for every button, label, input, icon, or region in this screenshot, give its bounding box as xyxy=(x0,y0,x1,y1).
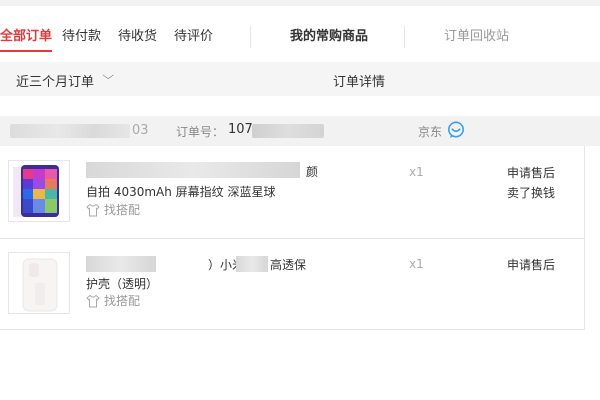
order-date-redacted xyxy=(10,124,130,138)
product-title-redacted xyxy=(86,162,300,178)
item-quantity: x1 xyxy=(409,165,424,179)
product-title-fragment[interactable]: 高透保 xyxy=(270,256,306,273)
order-number: 107 xyxy=(228,122,253,137)
find-pairing-label: 找搭配 xyxy=(104,294,141,308)
apply-after-sales-link[interactable]: 申请售后 xyxy=(507,164,555,182)
order-date-tail: 03 xyxy=(132,123,149,138)
find-pairing-link[interactable]: 找搭配 xyxy=(86,201,140,218)
order-tabs: 全部订单 待付款 待收货 待评价 我的常购商品 订单回收站 xyxy=(0,20,600,56)
order-item-row: ）小米 高透保 护壳（透明） 找搭配 x1 申请售后 xyxy=(0,238,585,330)
product-title-redacted xyxy=(86,256,156,272)
trade-in-link[interactable]: 卖了换钱 xyxy=(507,184,555,202)
find-pairing-label: 找搭配 xyxy=(104,203,141,217)
top-strip xyxy=(0,0,600,6)
tab-to-review[interactable]: 待评价 xyxy=(174,28,213,46)
shop-name[interactable]: 京东 xyxy=(418,123,442,140)
shirt-icon xyxy=(86,294,100,308)
tab-to-receive[interactable]: 待收货 xyxy=(118,28,157,46)
product-title-line2[interactable]: 自拍 4030mAh 屏幕指纹 深蓝星球 xyxy=(86,183,276,200)
apply-after-sales-link[interactable]: 申请售后 xyxy=(507,256,555,274)
chat-icon[interactable] xyxy=(447,121,465,139)
find-pairing-link[interactable]: 找搭配 xyxy=(86,292,140,309)
product-image[interactable] xyxy=(8,252,70,314)
tab-divider xyxy=(250,26,251,48)
chevron-down-icon[interactable]: ⌵ xyxy=(102,69,114,83)
phone-product-image xyxy=(13,165,59,217)
order-header: 03 订单号： 107 京东 xyxy=(0,116,600,146)
tab-frequent-items[interactable]: 我的常购商品 xyxy=(290,28,368,46)
product-title-line2[interactable]: 护壳（透明） xyxy=(86,275,158,292)
filter-bar: 近三个月订单 ⌵ 订单详情 xyxy=(0,62,600,96)
order-number-label: 订单号： xyxy=(176,125,225,139)
right-gutter xyxy=(586,146,600,330)
tab-all-orders[interactable]: 全部订单 xyxy=(0,28,53,52)
tab-recycle-bin[interactable]: 订单回收站 xyxy=(444,28,509,46)
order-number-redacted xyxy=(252,124,324,138)
product-title-fragment[interactable]: 颜 xyxy=(306,163,318,180)
order-item-row: 颜 自拍 4030mAh 屏幕指纹 深蓝星球 找搭配 x1 申请售后 卖了换钱 xyxy=(0,146,585,239)
product-image[interactable] xyxy=(8,160,70,222)
tab-to-pay[interactable]: 待付款 xyxy=(62,28,101,46)
order-details-header: 订单详情 xyxy=(333,75,386,90)
item-quantity: x1 xyxy=(409,257,424,271)
tab-divider xyxy=(404,26,405,48)
shirt-icon xyxy=(86,203,100,217)
product-title-redacted xyxy=(236,256,268,272)
time-range-select[interactable]: 近三个月订单 xyxy=(16,71,94,90)
phone-case-image xyxy=(22,258,58,312)
